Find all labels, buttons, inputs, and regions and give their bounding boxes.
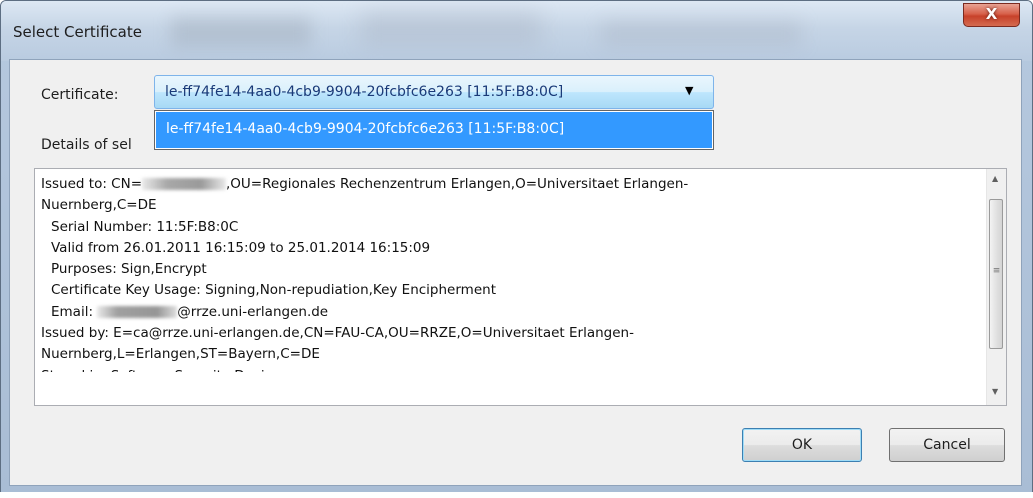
window-title: Select Certificate	[13, 23, 142, 41]
certificate-option[interactable]: le-ff74fe14-4aa0-4cb9-9904-20fcbfc6e263 …	[156, 112, 712, 148]
title-bar[interactable]: Select Certificate X	[1, 1, 1032, 61]
certificate-selected-value: le-ff74fe14-4aa0-4cb9-9904-20fcbfc6e263 …	[165, 84, 564, 100]
purposes-line: Purposes: Sign,Encrypt	[51, 261, 207, 278]
redacted-name	[142, 178, 226, 190]
certificate-dropdown-list: le-ff74fe14-4aa0-4cb9-9904-20fcbfc6e263 …	[154, 110, 714, 150]
email-line: Email: @rrze.uni-erlangen.de	[51, 303, 329, 320]
ok-button[interactable]: OK	[742, 428, 862, 462]
key-usage-line: Certificate Key Usage: Signing,Non-repud…	[51, 282, 496, 299]
partially-visible-line: Stored in: Software Security Device	[41, 366, 976, 372]
cancel-button[interactable]: Cancel	[889, 428, 1005, 462]
certificate-select[interactable]: le-ff74fe14-4aa0-4cb9-9904-20fcbfc6e263 …	[154, 75, 714, 109]
grip-icon: ≡	[992, 266, 1001, 276]
certificate-details-textarea[interactable]: Issued to: CN= ,OU=Regionales Rechenzentr…	[34, 168, 1007, 406]
chevron-down-icon: ▼	[685, 84, 694, 97]
issued-to-continuation: Nuernberg,C=DE	[41, 197, 157, 214]
validity-line: Valid from 26.01.2011 16:15:09 to 25.01.…	[51, 239, 431, 256]
select-certificate-dialog: Select Certificate X Certificate: le-ff7…	[0, 0, 1033, 495]
scroll-up-icon[interactable]: ▲	[992, 174, 998, 183]
background-blur	[601, 21, 801, 46]
bottom-strip	[0, 492, 1033, 498]
background-blur	[171, 17, 311, 47]
issued-by-line: Issued by: E=ca@rrze.uni-erlangen.de,CN=…	[41, 325, 634, 342]
scroll-down-icon[interactable]: ▼	[992, 387, 998, 396]
serial-number-line: Serial Number: 11:5F:B8:0C	[51, 218, 239, 235]
issued-by-continuation: Nuernberg,L=Erlangen,ST=Bayern,C=DE	[41, 346, 320, 363]
certificate-details-text: Issued to: CN= ,OU=Regionales Rechenzentr…	[41, 174, 976, 372]
details-scrollbar[interactable]: ▲ ≡ ▼	[986, 169, 1006, 405]
certificate-label: Certificate:	[41, 87, 119, 103]
close-button[interactable]: X	[963, 3, 1020, 27]
certificate-option-label: le-ff74fe14-4aa0-4cb9-9904-20fcbfc6e263 …	[166, 121, 565, 137]
background-blur	[361, 11, 541, 46]
scroll-thumb[interactable]: ≡	[989, 199, 1003, 349]
close-icon: X	[985, 5, 998, 23]
details-label: Details of sel	[41, 137, 132, 153]
redacted-email	[97, 305, 178, 318]
issued-to-line: Issued to: CN= ,OU=Regionales Rechenzentr…	[41, 176, 689, 192]
dialog-body: Certificate: le-ff74fe14-4aa0-4cb9-9904-…	[9, 59, 1022, 486]
